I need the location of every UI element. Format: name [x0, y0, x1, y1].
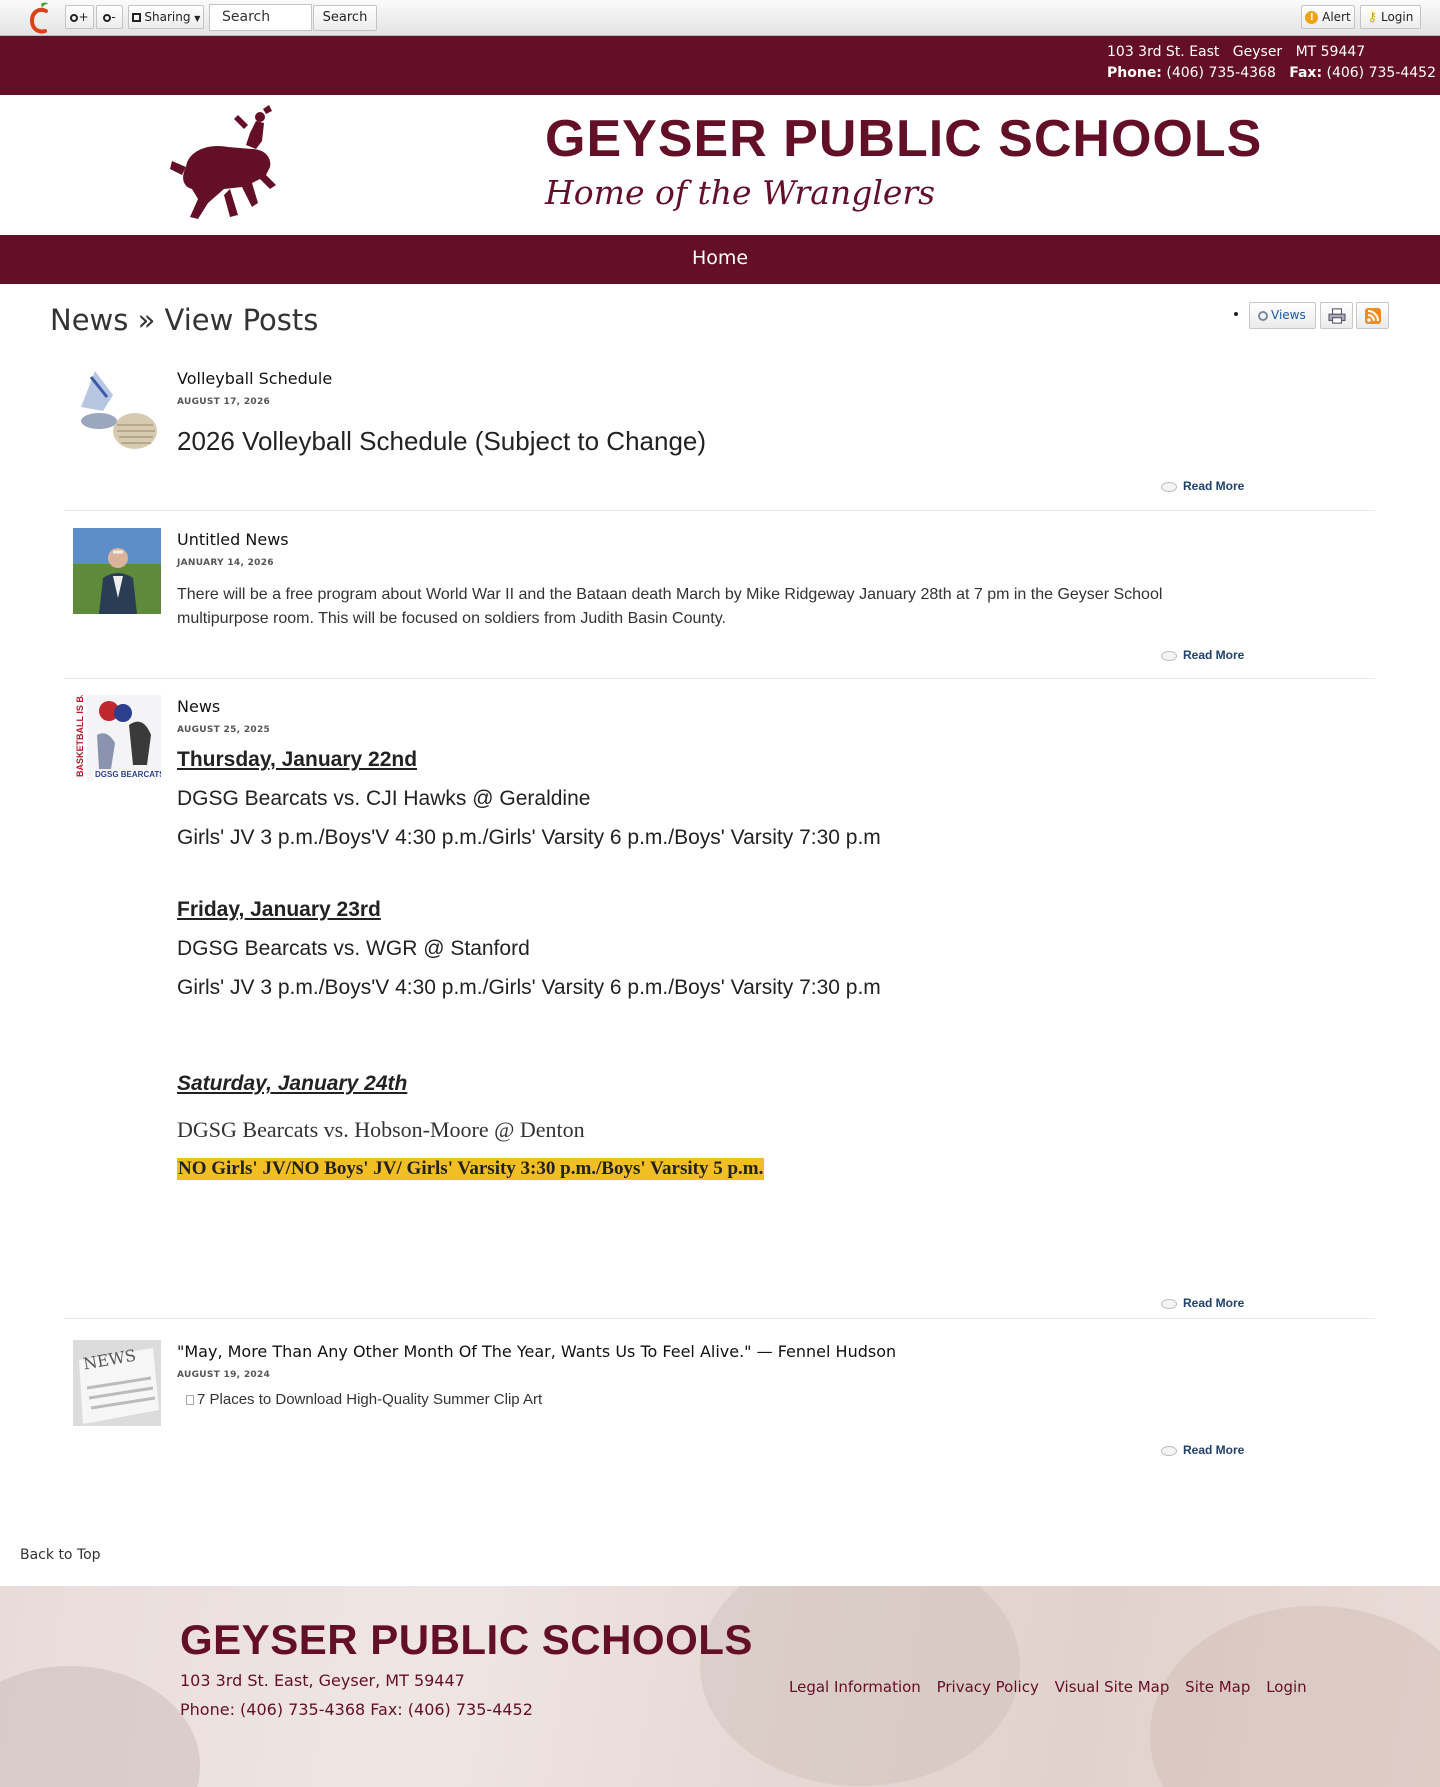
search-input[interactable]: Search — [209, 4, 312, 31]
read-more-link[interactable]: Read More — [1161, 648, 1244, 662]
print-icon — [1328, 308, 1346, 324]
zoom-in-button[interactable]: + — [65, 5, 94, 29]
post-date: AUGUST 17, 2026 — [177, 397, 271, 407]
basketball-is-back-image — [73, 695, 161, 781]
schedule-day-heading: Saturday, January 24th — [177, 1072, 408, 1095]
footer-link-legal[interactable]: Legal Information — [789, 1678, 921, 1696]
schedule-game: DGSG Bearcats vs. WGR @ Stanford — [177, 937, 530, 960]
post-date: AUGUST 25, 2025 — [177, 725, 271, 735]
alert-icon: ! — [1305, 11, 1319, 24]
login-button[interactable]: ⚷ Login — [1360, 5, 1421, 29]
thumb-caption: DGSG BEARCATS — [95, 770, 161, 779]
news-post: NEWS "May, More Than Any Other Month Of … — [64, 1340, 1375, 1460]
footer-links: Legal Information Privacy Policy Visual … — [789, 1678, 1318, 1696]
post-title[interactable]: "May, More Than Any Other Month Of The Y… — [177, 1342, 896, 1361]
footer-link-site-map[interactable]: Site Map — [1185, 1678, 1250, 1696]
post-thumbnail[interactable]: BASKETBALL IS BACK DGSG BEARCATS — [73, 695, 161, 781]
post-date: AUGUST 19, 2024 — [177, 1370, 271, 1380]
broken-image-icon — [186, 1395, 194, 1406]
read-more-link[interactable]: Read More — [1161, 1443, 1244, 1457]
footer-background-photo — [1150, 1606, 1440, 1787]
volleyball-shoes-image — [73, 367, 161, 453]
contact-phone-fax: Phone: (406) 735-4368 Fax: (406) 735-445… — [1107, 65, 1436, 81]
bronco-rider-logo[interactable] — [168, 103, 284, 227]
footer-school-name: GEYSER PUBLIC SCHOOLS — [180, 1616, 753, 1663]
comment-bubble-icon — [1161, 481, 1177, 492]
comment-bubble-icon — [1161, 1445, 1177, 1456]
contact-address: 103 3rd St. East Geyser MT 59447 — [1107, 44, 1366, 60]
key-icon: ⚷ — [1367, 10, 1378, 25]
speaker-photo-image — [73, 528, 161, 614]
post-divider — [64, 1318, 1375, 1319]
contact-bar: 103 3rd St. East Geyser MT 59447 Phone: … — [0, 36, 1440, 95]
back-to-top-link[interactable]: Back to Top — [20, 1547, 101, 1563]
schedule-times: Girls' JV 3 p.m./Boys'V 4:30 p.m./Girls'… — [177, 976, 881, 999]
footer-background-photo — [0, 1666, 200, 1787]
post-thumbnail[interactable] — [73, 528, 161, 614]
rss-icon — [1365, 308, 1381, 324]
views-icon — [1258, 310, 1268, 321]
schedule-times-highlighted: NO Girls' JV/NO Boys' JV/ Girls' Varsity… — [177, 1158, 765, 1180]
zoom-out-button[interactable]: - — [96, 5, 123, 29]
read-more-link[interactable]: Read More — [1161, 1296, 1244, 1310]
list-bullet — [1234, 312, 1238, 316]
post-divider — [64, 510, 1375, 511]
read-more-link[interactable]: Read More — [1161, 479, 1244, 493]
post-summary: 2026 Volleyball Schedule (Subject to Cha… — [177, 426, 707, 456]
apple-logo-icon[interactable] — [26, 2, 56, 34]
main-nav: Home — [0, 235, 1440, 284]
news-post: Volleyball Schedule AUGUST 17, 2026 2026… — [64, 367, 1375, 507]
post-title[interactable]: News — [177, 697, 220, 716]
top-toolbar: + - Sharing ▼ Search Search ! Alert ⚷ Lo… — [0, 0, 1440, 36]
news-post: BASKETBALL IS BACK DGSG BEARCATS News AU… — [64, 695, 1375, 1315]
footer-address: 103 3rd St. East, Geyser, MT 59447 — [180, 1671, 465, 1690]
broken-image: 7 Places to Download High-Quality Summer… — [186, 1391, 542, 1408]
comment-bubble-icon — [1161, 650, 1177, 661]
alert-button[interactable]: ! Alert — [1301, 5, 1355, 29]
post-title[interactable]: Volleyball Schedule — [177, 369, 332, 388]
schedule-game: DGSG Bearcats vs. CJI Hawks @ Geraldine — [177, 787, 591, 810]
post-date: JANUARY 14, 2026 — [177, 558, 274, 568]
post-divider — [64, 678, 1375, 679]
comment-bubble-icon — [1161, 1298, 1177, 1309]
site-header: GEYSER PUBLIC SCHOOLS Home of the Wrangl… — [0, 95, 1440, 235]
post-title[interactable]: Untitled News — [177, 530, 289, 549]
share-icon — [131, 13, 141, 22]
news-post: Untitled News JANUARY 14, 2026 There wil… — [64, 528, 1375, 678]
rss-button[interactable] — [1356, 302, 1389, 329]
post-thumbnail[interactable] — [73, 367, 161, 453]
schedule-day-heading: Friday, January 23rd — [177, 898, 381, 921]
post-thumbnail[interactable]: NEWS — [73, 1340, 161, 1426]
school-name-heading: GEYSER PUBLIC SCHOOLS — [545, 110, 1263, 168]
footer-link-login[interactable]: Login — [1266, 1678, 1306, 1696]
school-tagline: Home of the Wranglers — [545, 173, 936, 212]
sharing-dropdown[interactable]: Sharing ▼ — [128, 5, 204, 29]
schedule-day-heading: Thursday, January 22nd — [177, 748, 418, 771]
nav-home-link[interactable]: Home — [692, 247, 748, 269]
thumb-vertical-text: BASKETBALL IS BACK — [75, 695, 85, 777]
schedule-game: DGSG Bearcats vs. Hobson-Moore @ Denton — [177, 1117, 585, 1142]
footer-phone-fax: Phone: (406) 735-4368 Fax: (406) 735-445… — [180, 1700, 533, 1719]
views-button[interactable]: Views — [1249, 302, 1316, 329]
chevron-down-icon: ▼ — [194, 14, 201, 23]
page-title: News » View Posts — [50, 303, 319, 337]
search-button[interactable]: Search — [313, 5, 377, 31]
schedule-times: Girls' JV 3 p.m./Boys'V 4:30 p.m./Girls'… — [177, 826, 881, 849]
footer-link-privacy[interactable]: Privacy Policy — [937, 1678, 1039, 1696]
site-footer: GEYSER PUBLIC SCHOOLS 103 3rd St. East, … — [0, 1586, 1440, 1787]
print-button[interactable] — [1320, 302, 1353, 329]
post-summary: There will be a free program about World… — [177, 586, 1163, 627]
footer-link-visual-site-map[interactable]: Visual Site Map — [1055, 1678, 1170, 1696]
